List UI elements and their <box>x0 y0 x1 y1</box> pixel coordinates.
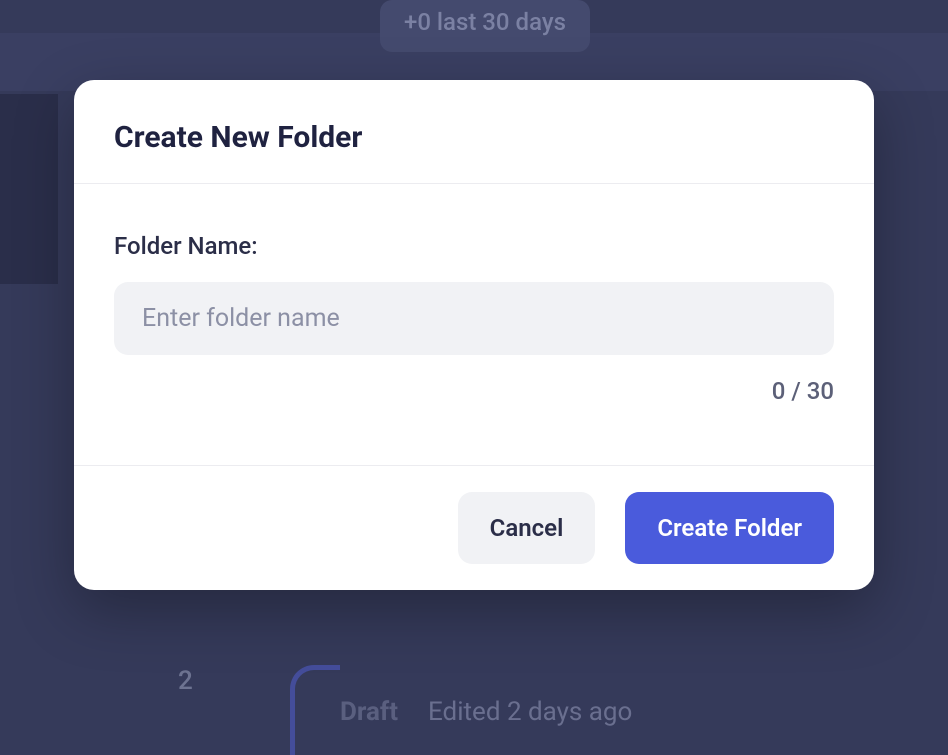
modal-title: Create New Folder <box>114 120 834 155</box>
folder-name-label: Folder Name: <box>114 232 834 260</box>
character-counter: 0 / 30 <box>114 377 834 405</box>
modal-body: Folder Name: 0 / 30 <box>74 184 874 466</box>
modal-header: Create New Folder <box>74 80 874 184</box>
create-folder-button[interactable]: Create Folder <box>625 492 834 564</box>
modal-overlay[interactable]: Create New Folder Folder Name: 0 / 30 Ca… <box>0 0 948 754</box>
folder-name-input[interactable] <box>114 282 834 355</box>
modal-footer: Cancel Create Folder <box>74 466 874 590</box>
cancel-button[interactable]: Cancel <box>458 492 596 564</box>
create-folder-modal: Create New Folder Folder Name: 0 / 30 Ca… <box>74 80 874 590</box>
